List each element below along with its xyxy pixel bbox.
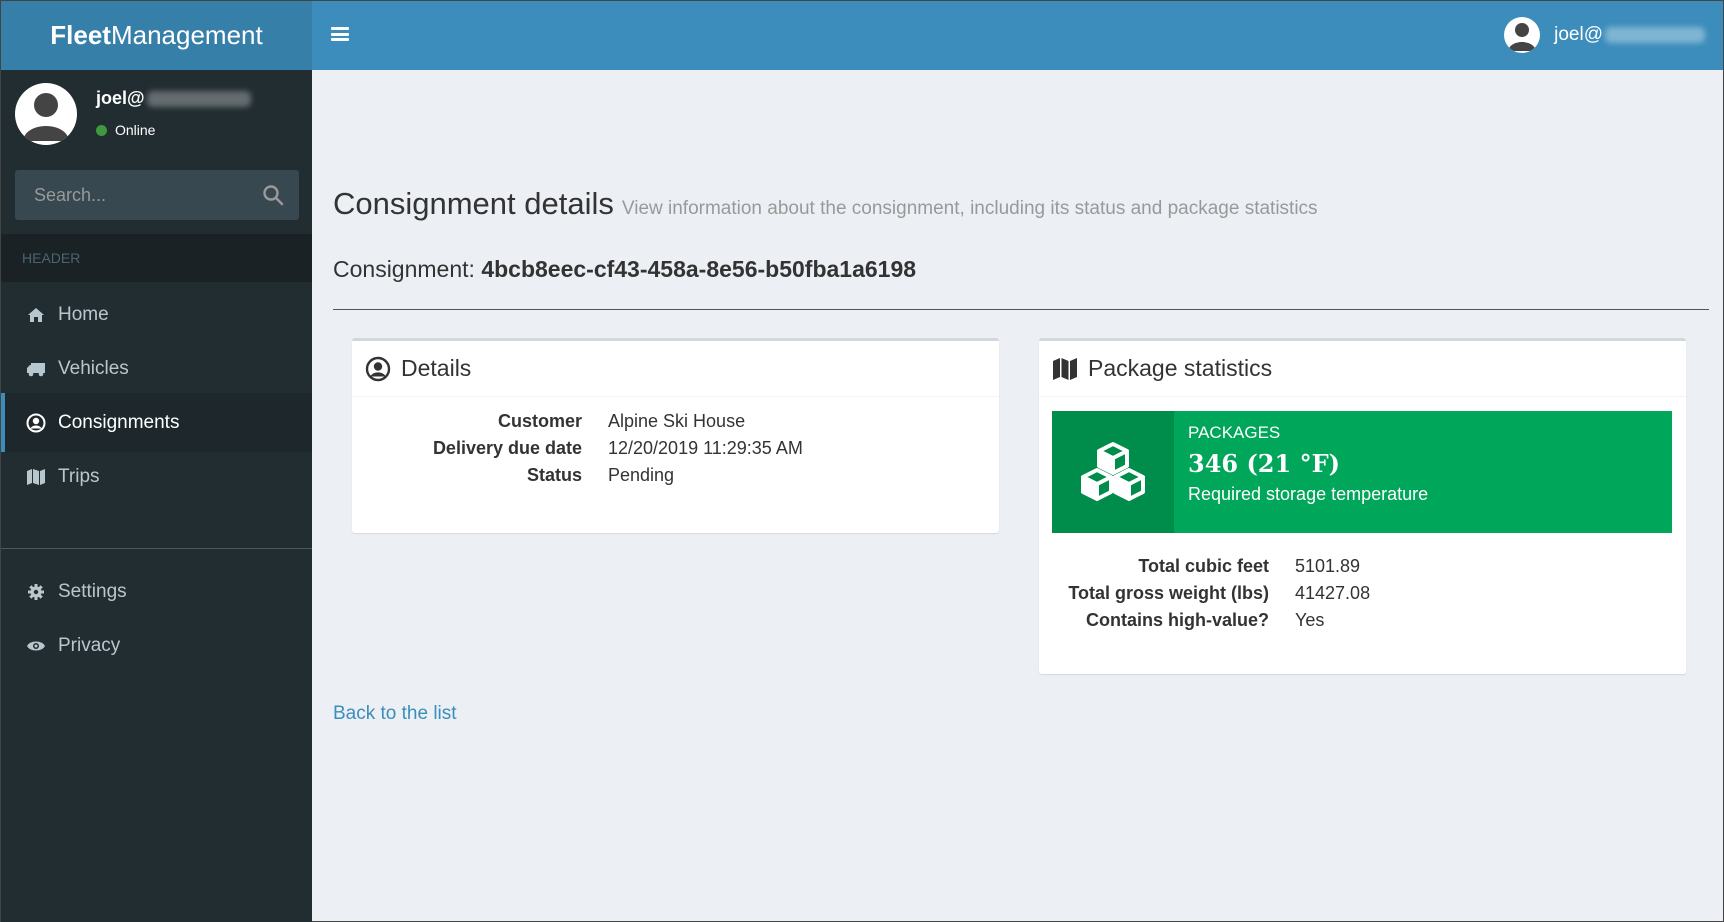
sidebar-item-vehicles[interactable]: Vehicles	[1, 339, 312, 398]
user-circle-icon	[365, 356, 391, 382]
sidebar-item-settings[interactable]: Settings	[1, 562, 312, 621]
user-circle-icon	[26, 413, 46, 433]
sidebar-divider	[1, 548, 312, 549]
user-menu[interactable]: joel@	[1504, 17, 1705, 53]
home-icon	[26, 305, 46, 325]
detail-label: Status	[526, 465, 582, 485]
package-stats-list: Total cubic feet 5101.89 Total gross wei…	[1039, 556, 1686, 631]
detail-label: Customer	[497, 411, 582, 431]
stat-label: Total gross weight (lbs)	[1068, 583, 1269, 603]
detail-label: Delivery due date	[432, 438, 582, 458]
sidebar-item-label: Settings	[58, 580, 127, 602]
truck-icon	[26, 359, 46, 379]
map-icon	[26, 467, 46, 487]
user-panel: joel@ Online	[1, 70, 312, 167]
package-statistics-title: Package statistics	[1088, 355, 1273, 381]
info-box-label: PACKAGES	[1188, 423, 1281, 442]
sidebar-item-consignments[interactable]: Consignments	[1, 393, 312, 452]
info-box-description: Required storage temperature	[1188, 484, 1429, 504]
sidebar-user-name: joel@	[96, 88, 145, 108]
details-title: Details	[401, 355, 472, 381]
stat-value: Yes	[1295, 610, 1325, 630]
app-logo[interactable]: Fleet Management	[1, 1, 312, 70]
stat-value: 41427.08	[1295, 583, 1371, 603]
sidebar-item-label: Vehicles	[58, 357, 129, 379]
user-name: joel@	[1554, 24, 1603, 45]
sidebar-item-label: Home	[58, 303, 109, 325]
avatar	[15, 83, 77, 145]
logo-rest: Management	[110, 20, 263, 50]
eye-icon	[26, 636, 46, 656]
search-icon[interactable]	[262, 184, 284, 206]
search-input[interactable]	[16, 171, 246, 219]
sidebar: joel@ Online HEADER Home Vehicles	[1, 70, 312, 922]
detail-value: 12/20/2019 11:29:35 AM	[608, 438, 803, 458]
details-box: Details Customer Alpine Ski House Delive…	[352, 338, 999, 533]
menu-section-header: HEADER	[1, 234, 312, 282]
detail-value: Pending	[608, 465, 675, 485]
stat-value: 5101.89	[1295, 556, 1361, 576]
page-title-text: Consignment details	[333, 186, 614, 221]
logo-bold: Fleet	[50, 20, 111, 50]
packages-info-box: PACKAGES 346 (21 °F) Required storage te…	[1052, 411, 1672, 533]
map-icon	[1052, 356, 1078, 382]
sidebar-item-label: Trips	[58, 465, 100, 487]
info-box-number: 346 (21 °F)	[1188, 449, 1340, 478]
cubes-icon	[1052, 411, 1174, 533]
sidebar-item-home[interactable]: Home	[1, 285, 312, 344]
avatar	[1504, 17, 1541, 53]
sidebar-item-privacy[interactable]: Privacy	[1, 616, 312, 675]
sidebar-item-label: Consignments	[58, 411, 180, 433]
consignment-id: 4bcb8eec-cf43-458a-8e56-b50fba1a6198	[481, 256, 917, 282]
sidebar-search	[15, 170, 299, 220]
details-list: Customer Alpine Ski House Delivery due d…	[352, 411, 999, 486]
package-statistics-box: Package statistics PACKAGES 346 (21 °F)	[1039, 338, 1686, 674]
stat-label: Contains high-value?	[1085, 610, 1269, 630]
user-status: Online	[96, 122, 155, 138]
page-subtitle: View information about the consignment, …	[621, 198, 1318, 219]
sidebar-toggle-button[interactable]	[329, 23, 351, 45]
online-status-icon	[96, 124, 107, 136]
consignment-label: Consignment:	[333, 256, 475, 282]
sidebar-item-trips[interactable]: Trips	[1, 447, 312, 506]
back-to-list-link[interactable]: Back to the list	[333, 703, 457, 725]
page-title: Consignment details View information abou…	[333, 186, 1318, 222]
stat-label: Total cubic feet	[1138, 556, 1269, 576]
gear-icon	[26, 582, 46, 602]
user-status-label: Online	[115, 122, 156, 138]
sidebar-item-label: Privacy	[58, 634, 121, 656]
divider	[333, 309, 1709, 310]
top-header: Fleet Management joel@	[1, 1, 1723, 70]
consignment-heading: Consignment: 4bcb8eec-cf43-458a-8e56-b50…	[333, 256, 916, 283]
detail-value: Alpine Ski House	[608, 411, 746, 431]
